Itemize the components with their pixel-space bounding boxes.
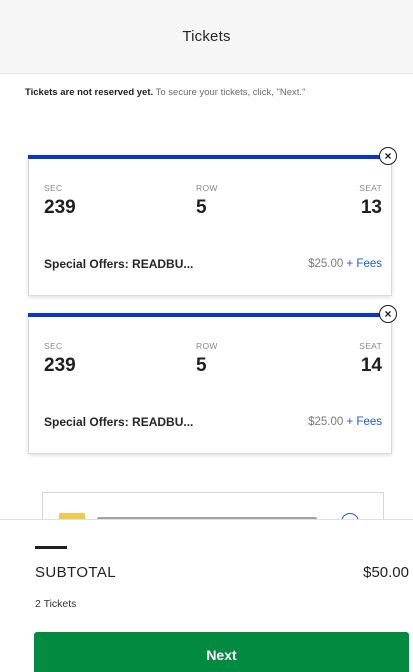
row-column: ROW 5 (196, 183, 218, 219)
offer-row: Special Offers: READBU... $25.00 + Fees (44, 257, 382, 271)
section-column: SEC 239 (44, 183, 76, 219)
ticket-accent-bar (28, 313, 386, 317)
subtotal-label: SUBTOTAL (35, 564, 116, 581)
sec-label: SEC (44, 341, 63, 351)
fees-link[interactable]: + Fees (343, 416, 383, 428)
seat-info: SEC 239 ROW 5 SEAT 13 (44, 183, 382, 227)
offer-price: $25.00 + Fees (308, 258, 382, 270)
sec-label: SEC (44, 183, 63, 193)
price-value: $25.00 (308, 416, 344, 428)
section-column: SEC 239 (44, 341, 76, 377)
offer-row: Special Offers: READBU... $25.00 + Fees (44, 415, 382, 429)
row-value: 5 (196, 355, 207, 376)
seat-value: 13 (360, 197, 382, 218)
seat-label: SEAT (359, 341, 382, 351)
ticket-count: 2 Tickets (35, 598, 77, 610)
seat-column: SEAT 13 (359, 183, 382, 219)
page-title: Tickets (182, 28, 231, 45)
seat-label: SEAT (359, 183, 382, 193)
row-column: ROW 5 (196, 341, 218, 377)
row-value: 5 (196, 197, 207, 218)
fees-link[interactable]: + Fees (343, 258, 383, 270)
offer-name: Special Offers: READBU... (44, 415, 194, 429)
sec-value: 239 (44, 197, 76, 218)
close-icon[interactable]: × (379, 305, 397, 323)
ticket-card: × SEC 239 ROW 5 SEAT 13 Special Offers: … (28, 147, 397, 296)
next-button[interactable]: Next (34, 632, 409, 672)
close-icon[interactable]: × (379, 147, 397, 165)
offer-name: Special Offers: READBU... (44, 257, 194, 271)
seat-value: 14 (360, 355, 382, 376)
drag-handle[interactable] (35, 546, 67, 549)
ticket-card: × SEC 239 ROW 5 SEAT 14 Special Offers: … (28, 305, 397, 454)
row-label: ROW (196, 183, 218, 193)
header-bar: Tickets (0, 0, 413, 74)
notice-text: To secure your tickets, click, "Next." (153, 87, 306, 98)
offer-price: $25.00 + Fees (308, 416, 382, 428)
ticket-accent-bar (28, 155, 386, 159)
row-label: ROW (196, 341, 218, 351)
checkout-footer: SUBTOTAL $50.00 2 Tickets Next (0, 519, 413, 672)
subtotal-value: $50.00 (363, 564, 409, 581)
notice-bold: Tickets are not reserved yet. (25, 87, 154, 98)
price-value: $25.00 (308, 258, 344, 270)
seat-info: SEC 239 ROW 5 SEAT 14 (44, 341, 382, 385)
sec-value: 239 (44, 355, 76, 376)
reservation-notice: Tickets are not reserved yet. To secure … (25, 86, 380, 99)
seat-column: SEAT 14 (359, 341, 382, 377)
